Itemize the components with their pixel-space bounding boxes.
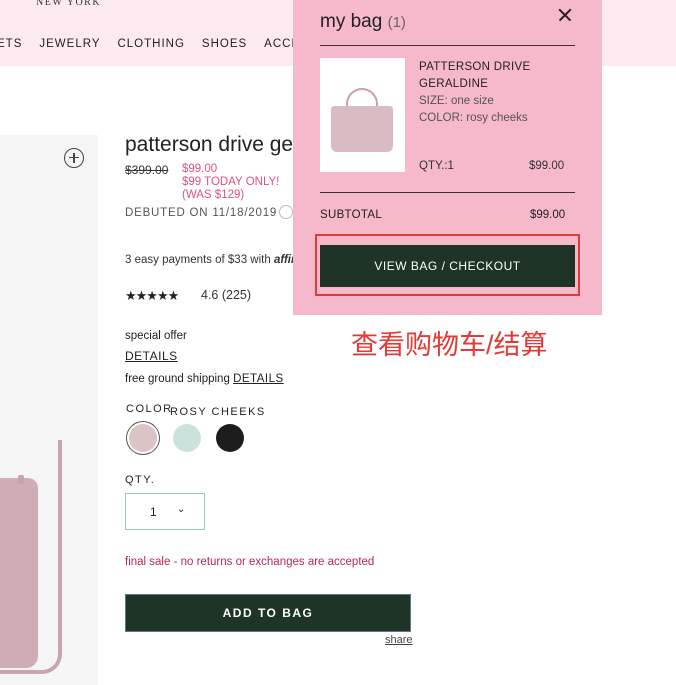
bag-item-thumbnail[interactable] (320, 58, 405, 172)
subtotal-label: SUBTOTAL (320, 209, 383, 221)
shipping-details-link[interactable]: DETAILS (233, 373, 284, 385)
nav-item-shoes[interactable]: SHOES (202, 38, 247, 50)
sale-price-block: $99.00 $99 TODAY ONLY! (WAS $129) (182, 163, 302, 202)
product-image-hardware (18, 475, 24, 484)
nav-item-jewelry[interactable]: JEWELRY (39, 38, 100, 50)
sale-price: $99.00 (182, 163, 218, 175)
zoom-in-icon[interactable] (64, 148, 84, 168)
selected-color-name: ROSY CHEEKS (170, 406, 266, 418)
thumbnail-bag (331, 106, 393, 152)
payments-label: 3 easy payments of $33 with (125, 254, 274, 266)
quantity-select[interactable]: 1 ⌄ (125, 493, 205, 530)
qty-label: QTY. (125, 474, 156, 486)
nav-item-clothing[interactable]: CLOTHING (117, 38, 184, 50)
annotation-text: 查看购物车/结算 (351, 330, 548, 360)
payments-text: 3 easy payments of $33 with affir (125, 254, 295, 266)
share-link[interactable]: share (385, 634, 413, 646)
close-icon[interactable] (558, 8, 572, 22)
bag-title-text: my bag (320, 11, 383, 32)
final-sale-notice: final sale - no returns or exchanges are… (125, 556, 374, 568)
original-price: $399.00 (125, 163, 169, 177)
bag-item-color: COLOR: rosy cheeks (419, 112, 528, 124)
bag-item-size: SIZE: one size (419, 95, 494, 107)
shipping-info: free ground shipping DETAILS (125, 373, 284, 385)
product-image (0, 478, 38, 668)
bag-item-name[interactable]: PATTERSON DRIVE GERALDINE (419, 59, 549, 93)
debuted-date: DEBUTED ON 11/18/2019 (125, 207, 278, 219)
bag-item-price: $99.00 (529, 160, 565, 172)
divider (320, 192, 575, 193)
brand-subtitle: NEW YORK (36, 0, 102, 8)
quantity-value: 1 (150, 505, 157, 519)
divider (320, 45, 575, 46)
swatch-black[interactable] (216, 424, 244, 452)
star-rating-icon[interactable]: ★★★★★ (125, 288, 179, 304)
promo-line-2: (WAS $129) (182, 189, 245, 201)
annotation-highlight-box (315, 234, 580, 296)
bag-title: my bag (1) (320, 11, 406, 33)
swatch-rosy-cheeks[interactable] (129, 424, 157, 452)
product-title: patterson drive ge (125, 133, 294, 156)
info-icon[interactable] (279, 205, 293, 219)
add-to-bag-button[interactable]: ADD TO BAG (125, 594, 411, 632)
final-sale-label: final sale (125, 556, 171, 568)
shipping-label: free ground shipping (125, 373, 234, 385)
subtotal-value: $99.00 (530, 209, 566, 221)
nav-item-ets[interactable]: ETS (0, 38, 22, 50)
chevron-down-icon: ⌄ (177, 504, 186, 515)
final-sale-note: - no returns or exchanges are accepted (170, 556, 375, 568)
bag-item-qty: QTY.:1 (419, 160, 454, 172)
special-offer-label: special offer (125, 330, 187, 342)
bag-count: (1) (387, 14, 406, 31)
swatch-mint[interactable] (173, 424, 201, 452)
rating-count[interactable]: 4.6 (225) (201, 288, 251, 302)
main-nav: ETS JEWELRY CLOTHING SHOES ACCESS (0, 38, 334, 50)
special-offer-details-link[interactable]: DETAILS (125, 349, 178, 363)
promo-line-1: $99 TODAY ONLY! (182, 176, 280, 188)
color-label: COLOR (126, 403, 173, 415)
